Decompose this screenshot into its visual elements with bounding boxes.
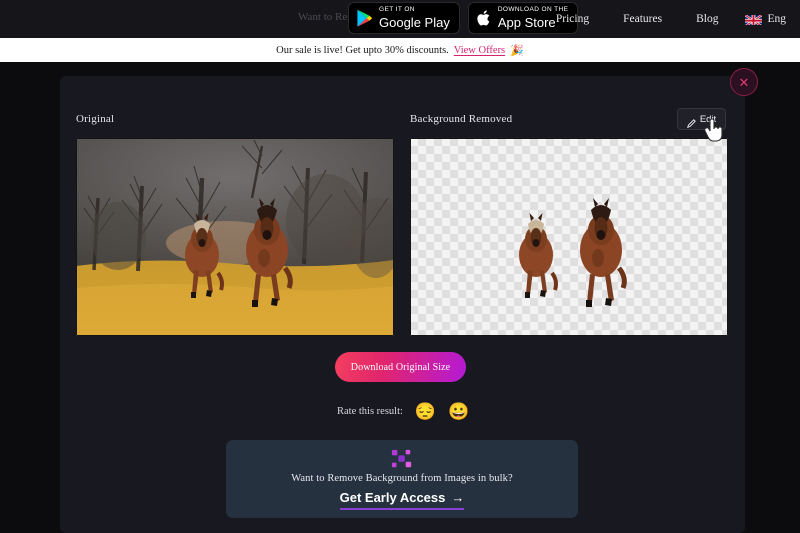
- download-original-size-button[interactable]: Download Original Size: [335, 352, 466, 382]
- language-label: Eng: [767, 13, 786, 25]
- view-offers-link[interactable]: View Offers: [454, 45, 505, 56]
- google-play-badge[interactable]: GET IT ON Google Play: [348, 2, 460, 34]
- rate-sad-icon[interactable]: 😔: [415, 403, 436, 420]
- sale-banner-text: Our sale is live! Get upto 30% discounts…: [276, 44, 449, 56]
- nav-obscured-text: Want to Res: [298, 11, 352, 23]
- download-button-label: Download Original Size: [350, 361, 451, 373]
- close-icon: ✕: [738, 74, 750, 90]
- close-modal-button[interactable]: ✕: [730, 68, 758, 96]
- nav-link-pricing[interactable]: Pricing: [539, 13, 606, 25]
- rate-label: Rate this result:: [337, 406, 403, 417]
- apple-icon: [476, 9, 492, 28]
- get-early-access-label: Get Early Access: [339, 490, 446, 505]
- edit-button-label: Edit: [699, 113, 717, 125]
- party-popper-icon: 🎉: [510, 44, 524, 57]
- uk-flag-icon: [745, 13, 763, 25]
- top-navigation-bar: Want to Res GET IT ON Google Play DOWNLO…: [0, 0, 800, 38]
- edit-button[interactable]: Edit: [677, 108, 726, 130]
- google-play-big-text: Google Play: [379, 14, 450, 30]
- bulk-promo-card: Want to Remove Background from Images in…: [226, 440, 578, 518]
- background-removed-image: [410, 138, 728, 336]
- nav-link-features[interactable]: Features: [606, 13, 679, 25]
- rate-happy-icon[interactable]: 😀: [448, 403, 469, 420]
- bulk-promo-title: Want to Remove Background from Images in…: [291, 473, 513, 484]
- nav-links-group: Pricing Features Blog Eng: [539, 0, 794, 38]
- arrow-right-icon: →: [451, 490, 465, 505]
- bulk-sparkle-logo-icon: [391, 448, 413, 470]
- app-root: Want to Res GET IT ON Google Play DOWNLO…: [0, 0, 800, 533]
- sale-banner: Our sale is live! Get upto 30% discounts…: [0, 38, 800, 62]
- rating-row: Rate this result: 😔 😀: [337, 403, 469, 420]
- google-play-badge-text: GET IT ON Google Play: [379, 7, 450, 29]
- google-play-icon: [356, 9, 373, 28]
- get-early-access-link[interactable]: Get Early Access →: [339, 490, 465, 510]
- google-play-small-text: GET IT ON: [379, 6, 415, 14]
- original-image: [76, 138, 394, 336]
- original-panel-label: Original: [76, 113, 115, 125]
- background-removed-panel-label: Background Removed: [410, 113, 513, 125]
- language-selector[interactable]: Eng: [735, 13, 794, 25]
- pencil-icon: [686, 115, 696, 128]
- nav-link-blog[interactable]: Blog: [679, 13, 735, 25]
